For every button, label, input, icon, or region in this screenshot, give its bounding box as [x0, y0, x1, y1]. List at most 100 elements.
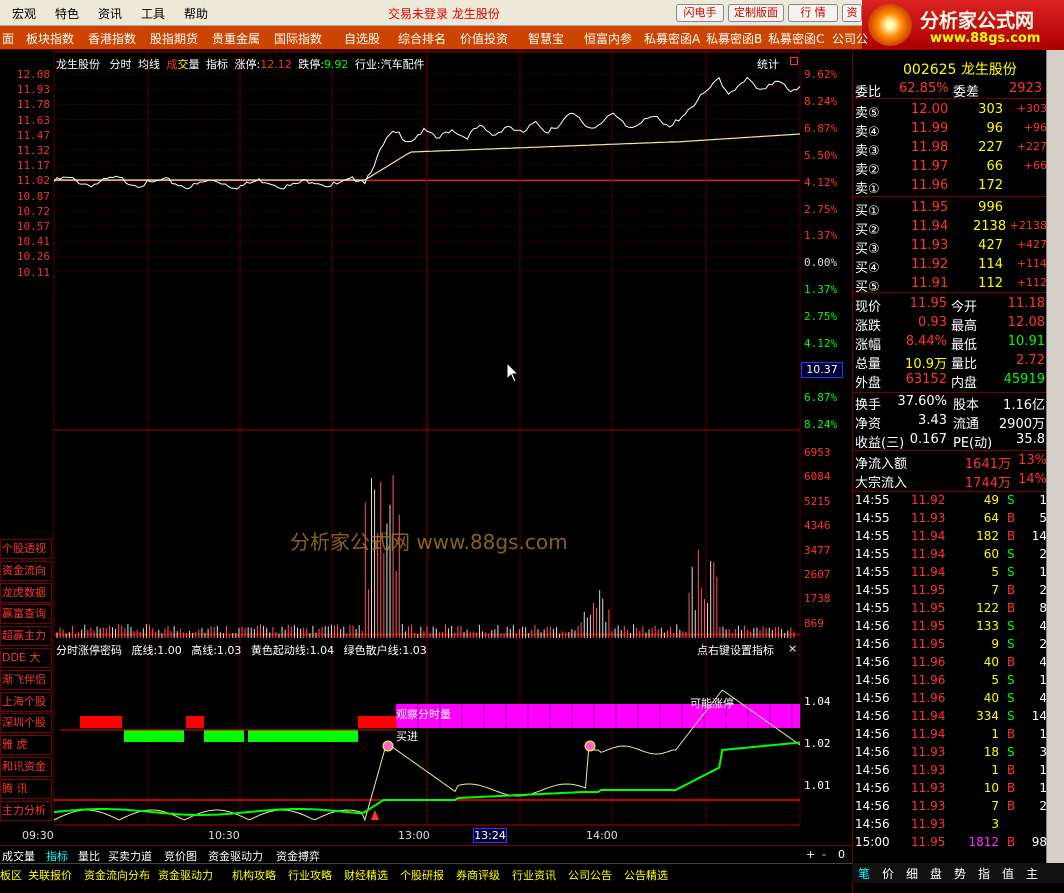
menu-macro[interactable]: 宏观 [12, 5, 36, 22]
zoom-control-0[interactable]: + [806, 848, 815, 861]
tab-0[interactable]: 面 [2, 30, 14, 47]
tab-1[interactable]: 板块指数 [26, 30, 74, 47]
status-link-1[interactable]: 关联报价 [28, 867, 72, 883]
tab-indicator[interactable]: 指标 [206, 58, 228, 71]
indicator-settings-hint[interactable]: 点右键设置指标 [697, 642, 774, 658]
sell-delta: +66 [1023, 159, 1047, 172]
menu-features[interactable]: 特色 [55, 5, 79, 22]
side-button-12[interactable]: 主力分析 [0, 800, 52, 821]
quote-tab-6[interactable]: 值 [1002, 865, 1014, 882]
zoom-control-2[interactable]: 0 [838, 848, 845, 861]
tick-time: 14:56 [855, 673, 890, 687]
side-button-2[interactable]: 龙虎数据 [0, 582, 52, 603]
quote-tab-4[interactable]: 势 [954, 865, 966, 882]
tab-timeshare[interactable]: 分时 [110, 58, 132, 71]
quote-tab-3[interactable]: 盘 [930, 865, 942, 882]
indicator-tick: 1.04 [804, 695, 831, 708]
quote-tab-5[interactable]: 指 [978, 865, 990, 882]
side-button-4[interactable]: 超赢主力 [0, 626, 52, 647]
indicator-tab-0[interactable]: 成交量 [2, 848, 35, 864]
close-icon[interactable]: × [788, 642, 797, 655]
tab-7[interactable]: 综合排名 [398, 30, 446, 47]
status-link-9[interactable]: 行业资讯 [512, 867, 556, 883]
tick-price: 11.95 [911, 835, 946, 849]
status-link-8[interactable]: 券商评级 [456, 867, 500, 883]
tab-10[interactable]: 恒富内参 [584, 30, 632, 47]
flash-trade-button[interactable]: 闪电手 [676, 4, 724, 22]
quote-tab-2[interactable]: 细 [906, 865, 918, 882]
indicator-tab-1[interactable]: 指标 [46, 848, 68, 864]
chart-header: 龙生股份 分时 均线 成交量 指标 涨停:12.12 跌停:9.92 行业:汽车… [56, 56, 425, 72]
percent-tick: 1.37% [804, 283, 838, 297]
indicator-tab-5[interactable]: 资金驱动力 [208, 848, 263, 864]
sell-row: 卖③ 11.98 227 +227 [853, 140, 1049, 159]
status-link-6[interactable]: 财经精选 [344, 867, 388, 883]
tab-cheng[interactable]: 成 [167, 58, 178, 71]
tab-14[interactable]: 公司公 [832, 30, 868, 47]
menu-news[interactable]: 资讯 [98, 5, 122, 22]
side-button-9[interactable]: 雅 虎 [0, 735, 52, 756]
tab-13[interactable]: 私募密函C [768, 30, 824, 47]
side-button-6[interactable]: 渐飞伴侣 [0, 669, 52, 690]
tab-5[interactable]: 国际指数 [274, 30, 322, 47]
price-tick: 11.47 [16, 128, 50, 142]
quote-tab-0[interactable]: 笔 [858, 865, 870, 882]
tick-row: 14:55 11.92 49 S 1 [853, 493, 1049, 511]
tick-volume: 334 [976, 709, 999, 723]
side-button-1[interactable]: 资金流向 [0, 560, 52, 581]
tick-volume: 1 [991, 727, 999, 741]
side-button-7[interactable]: 上海个股 [0, 691, 52, 712]
indicator-tab-3[interactable]: 买卖力道 [108, 848, 152, 864]
menu-help[interactable]: 帮助 [184, 5, 208, 22]
quote-tab-7[interactable]: 主 [1026, 865, 1038, 882]
tab-liang[interactable]: 量 [189, 58, 200, 71]
stats-button[interactable]: 统计 [757, 56, 779, 72]
status-link-7[interactable]: 个股研报 [400, 867, 444, 883]
tab-12[interactable]: 私募密函B [706, 30, 762, 47]
tab-11[interactable]: 私募密函A [644, 30, 700, 47]
custom-layout-button[interactable]: 定制版面 [728, 4, 784, 22]
indicator-tab-4[interactable]: 竞价图 [164, 848, 197, 864]
tab-9[interactable]: 智慧宝 [528, 30, 564, 47]
tick-volume: 1 [991, 763, 999, 777]
indicator-tab-6[interactable]: 资金搏弈 [276, 848, 320, 864]
tick-side: S [1007, 547, 1015, 561]
percent-tick: 0.00% [804, 256, 838, 270]
indicator-header: 分时涨停密码 底线:1.00 高线:1.03 黄色起动线:1.04 绿色散户线:… [56, 642, 427, 658]
status-link-3[interactable]: 资金驱动力 [158, 867, 213, 883]
side-button-5[interactable]: DDE 大单 [0, 648, 52, 682]
side-button-11[interactable]: 腾 讯 [0, 778, 52, 799]
stat-label: 现价 [855, 300, 882, 315]
status-link-5[interactable]: 行业攻略 [288, 867, 332, 883]
tab-8[interactable]: 价值投资 [460, 30, 508, 47]
indicator-tab-2[interactable]: 量比 [78, 848, 100, 864]
side-button-10[interactable]: 和讯资金 [0, 757, 52, 777]
side-button-8[interactable]: 深圳个股 [0, 713, 52, 734]
stat-label: 涨跌 [855, 319, 882, 334]
side-button-0[interactable]: 个股透视 [0, 539, 52, 559]
tab-jiao[interactable]: 交 [178, 58, 189, 71]
status-link-0[interactable]: 板区 [0, 867, 22, 883]
tab-3[interactable]: 股指期货 [150, 30, 198, 47]
buy-row: 买④ 11.92 114 +114 [853, 257, 1049, 276]
tab-4[interactable]: 贵重金属 [212, 30, 260, 47]
tick-time: 14:55 [855, 493, 890, 507]
zoom-control-1[interactable]: - [822, 848, 826, 861]
tick-price: 11.94 [911, 727, 946, 741]
status-link-10[interactable]: 公司公告 [568, 867, 612, 883]
status-link-11[interactable]: 公告精选 [624, 867, 668, 883]
quote-tab-1[interactable]: 价 [882, 865, 894, 882]
intraday-chart[interactable]: 龙生股份 分时 均线 成交量 指标 涨停:12.12 跌停:9.92 行业:汽车… [0, 50, 852, 845]
status-link-4[interactable]: 机构攻略 [232, 867, 276, 883]
buy-volume: 996 [978, 200, 1003, 215]
stats-toggle-icon[interactable] [790, 57, 798, 65]
tab-avgline[interactable]: 均线 [138, 58, 160, 71]
status-link-2[interactable]: 资金流向分布 [84, 867, 150, 883]
menu-tools[interactable]: 工具 [141, 5, 165, 22]
tab-6[interactable]: 自选股 [344, 30, 380, 47]
info-button[interactable]: 资 [842, 4, 862, 22]
tab-2[interactable]: 香港指数 [88, 30, 136, 47]
quotes-button[interactable]: 行 情 [788, 4, 838, 22]
side-button-3[interactable]: 赢富查询 [0, 604, 52, 625]
vertical-scrollbar[interactable] [1046, 50, 1064, 863]
